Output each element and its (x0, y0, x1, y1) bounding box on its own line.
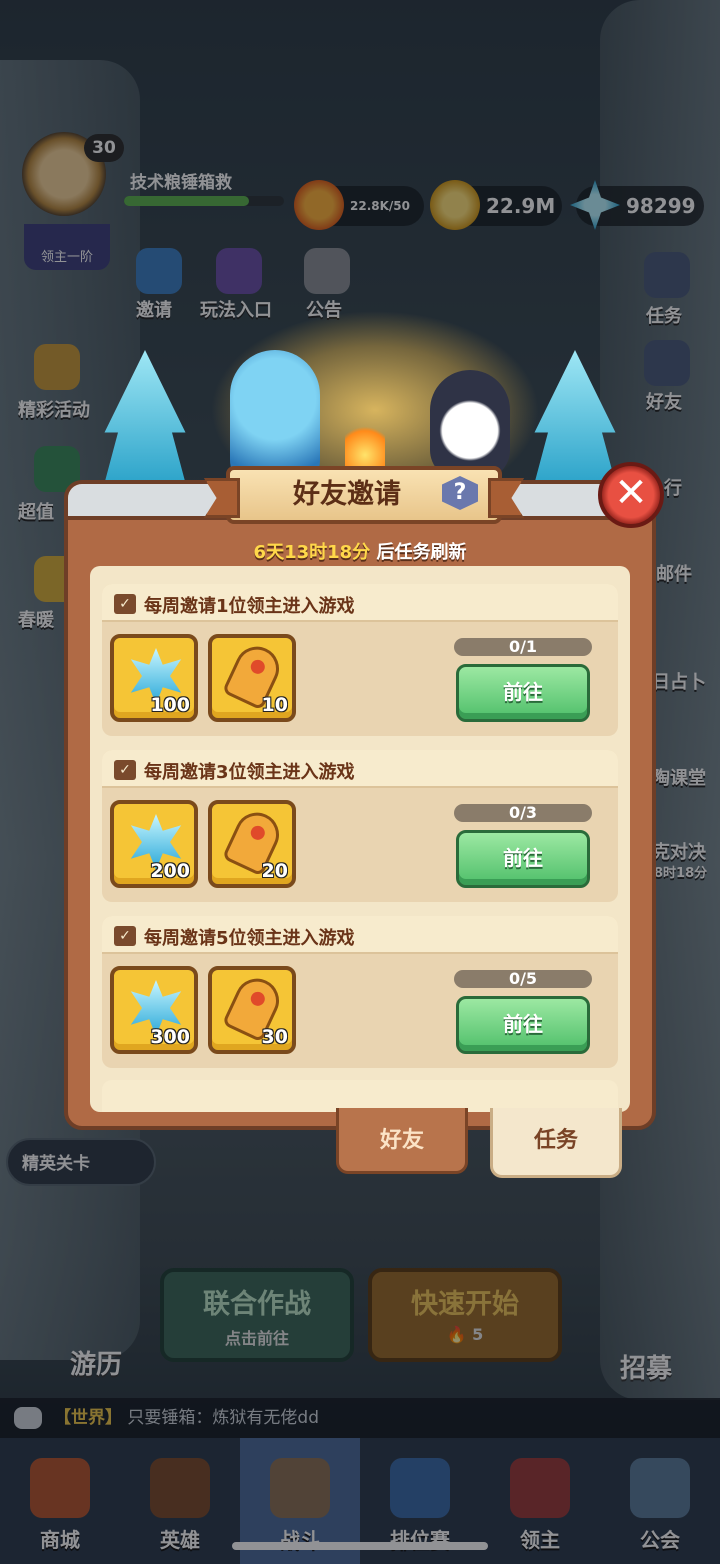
go-button[interactable]: 前往 (456, 664, 590, 722)
task-header: ✓ 每周邀请3位领主进入游戏 (102, 750, 618, 788)
go-button[interactable]: 前往 (456, 996, 590, 1054)
refresh-timer: 6天13时18分 后任务刷新 (0, 538, 720, 564)
snow-tree-left (100, 350, 190, 500)
task-header: ✓ 每周邀请5位领主进入游戏 (102, 916, 618, 954)
go-button[interactable]: 前往 (456, 830, 590, 888)
reward-amount: 20 (261, 860, 288, 882)
task-title: 每周邀请3位领主进入游戏 (144, 762, 355, 783)
reward-slot[interactable]: 20 (208, 800, 296, 888)
campfire-icon (345, 420, 385, 470)
reward-amount: 10 (261, 694, 288, 716)
reward-slot[interactable]: 200 (110, 800, 198, 888)
reward-amount: 100 (150, 694, 190, 716)
task-header: ✓ 每周邀请1位领主进入游戏 (102, 584, 618, 622)
close-button[interactable]: ✕ (598, 462, 664, 528)
refresh-suffix: 后任务刷新 (370, 542, 467, 563)
penguin-character (430, 370, 510, 480)
reward-slot[interactable]: 30 (208, 966, 296, 1054)
reward-slot[interactable]: 100 (110, 634, 198, 722)
task-progress: 0/5 (454, 970, 592, 988)
task-progress: 0/3 (454, 804, 592, 822)
refresh-countdown: 6天13时18分 (253, 542, 371, 563)
tab-friends[interactable]: 好友 (336, 1108, 468, 1174)
reward-amount: 200 (150, 860, 190, 882)
task-progress: 0/1 (454, 638, 592, 656)
reward-amount: 300 (150, 1026, 190, 1048)
checkbox-icon: ✓ (114, 926, 136, 946)
reward-slot[interactable]: 10 (208, 634, 296, 722)
reward-amount: 30 (261, 1026, 288, 1048)
task-item: ✓ 每周邀请3位领主进入游戏 200 20 0/3 前往 (102, 750, 618, 902)
checkbox-icon: ✓ (114, 760, 136, 780)
task-item: ✓ 每周邀请5位领主进入游戏 300 30 0/5 前往 (102, 916, 618, 1068)
reward-slot[interactable]: 300 (110, 966, 198, 1054)
checkbox-icon: ✓ (114, 594, 136, 614)
tab-tasks[interactable]: 任务 (490, 1108, 622, 1178)
task-item: ✓ 每周邀请1位领主进入游戏 100 10 0/1 前往 (102, 584, 618, 736)
task-title: 每周邀请1位领主进入游戏 (144, 596, 355, 617)
task-list[interactable]: ✓ 每周邀请1位领主进入游戏 100 10 0/1 前往 ✓ 每周邀请3位领主进入游… (90, 566, 630, 1112)
task-title: 每周邀请5位领主进入游戏 (144, 928, 355, 949)
